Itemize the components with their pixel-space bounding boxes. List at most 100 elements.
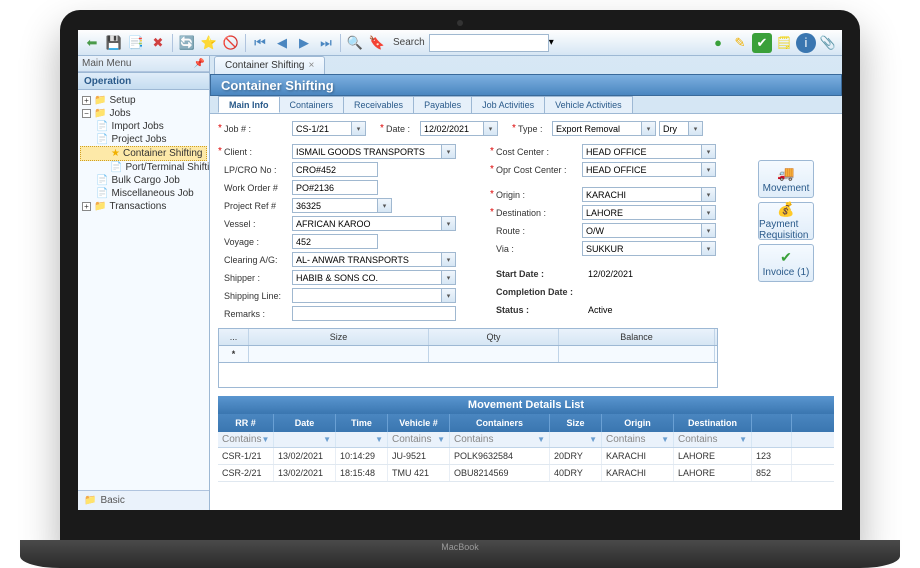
invoice-button[interactable]: ✔Invoice (1) <box>758 244 814 282</box>
type2-input[interactable] <box>659 121 689 136</box>
via-dd[interactable]: ▾ <box>702 241 716 256</box>
rt-input[interactable] <box>582 223 702 238</box>
tree-import-jobs[interactable]: 📄Import Jobs <box>80 120 207 133</box>
filter-icon[interactable]: ▼ <box>261 435 269 444</box>
go-icon[interactable]: ● <box>708 33 728 53</box>
zoom-icon[interactable]: 🔍 <box>345 33 365 53</box>
search-dropdown[interactable]: ▾ <box>549 37 554 48</box>
edit-icon[interactable]: ✎ <box>730 33 750 53</box>
filter-icon[interactable]: ▼ <box>375 435 383 444</box>
subtab-containers[interactable]: Containers <box>279 96 345 113</box>
line-dd[interactable]: ▾ <box>442 288 456 303</box>
cancel-icon[interactable]: 🚫 <box>221 33 241 53</box>
mvt-col-origin[interactable]: Origin <box>602 414 674 432</box>
table-row[interactable]: CSR-2/2113/02/202118:15:48TMU 421OBU8214… <box>218 465 834 482</box>
lpcro-input[interactable] <box>292 162 378 177</box>
tree-jobs[interactable]: −📁Jobs <box>80 107 207 120</box>
attach-icon[interactable]: 📎 <box>818 33 838 53</box>
via-input[interactable] <box>582 241 702 256</box>
tree-project-jobs[interactable]: 📄Project Jobs <box>80 133 207 146</box>
voy-input[interactable] <box>292 234 378 249</box>
pref-dd[interactable]: ▾ <box>378 198 392 213</box>
filter-icon[interactable]: ▼ <box>739 435 747 444</box>
filter-icon[interactable]: ▼ <box>661 435 669 444</box>
job-input[interactable] <box>292 121 352 136</box>
dst-dd[interactable]: ▾ <box>702 205 716 220</box>
clr-dd[interactable]: ▾ <box>442 252 456 267</box>
next-icon[interactable]: ▶ <box>294 33 314 53</box>
tree-setup[interactable]: +📁Setup <box>80 94 207 107</box>
table-row[interactable]: CSR-1/2113/02/202110:14:29JU-9521POLK963… <box>218 448 834 465</box>
back-icon[interactable]: ⬅ <box>82 33 102 53</box>
client-input[interactable] <box>292 144 442 159</box>
filter-icon[interactable]: ▼ <box>323 435 331 444</box>
vessel-input[interactable] <box>292 216 442 231</box>
subtab-receivables[interactable]: Receivables <box>343 96 414 113</box>
filter-icon[interactable]: ▼ <box>589 435 597 444</box>
rem-input[interactable] <box>292 306 456 321</box>
wo-input[interactable] <box>292 180 378 195</box>
prev-icon[interactable]: ◀ <box>272 33 292 53</box>
grid-col-size[interactable]: Size <box>249 329 429 345</box>
dst-input[interactable] <box>582 205 702 220</box>
check-icon[interactable]: ✔ <box>752 33 772 53</box>
vessel-dd[interactable]: ▾ <box>442 216 456 231</box>
mvt-col-rr[interactable]: RR # <box>218 414 274 432</box>
mvt-col-time[interactable]: Time <box>336 414 388 432</box>
first-icon[interactable]: ⏮ <box>250 33 270 53</box>
search-input[interactable] <box>429 34 549 52</box>
cc-input[interactable] <box>582 144 702 159</box>
type-input[interactable] <box>552 121 642 136</box>
document-tab[interactable]: Container Shifting × <box>214 56 325 74</box>
movement-button[interactable]: 🚚Movement <box>758 160 814 198</box>
job-dd[interactable]: ▾ <box>352 121 366 136</box>
subtab-main-info[interactable]: Main Info <box>218 96 280 113</box>
subtab-vehicle-activities[interactable]: Vehicle Activities <box>544 96 633 113</box>
last-icon[interactable]: ⏭ <box>316 33 336 53</box>
clr-input[interactable] <box>292 252 442 267</box>
tree-port-terminal[interactable]: 📄Port/Terminal Shifting <box>80 161 207 174</box>
close-tab-icon[interactable]: × <box>309 60 315 71</box>
subtab-payables[interactable]: Payables <box>413 96 472 113</box>
subtab-job-activities[interactable]: Job Activities <box>471 96 545 113</box>
mvt-col-date[interactable]: Date <box>274 414 336 432</box>
filter-icon[interactable]: ▼ <box>437 435 445 444</box>
cc-dd[interactable]: ▾ <box>702 144 716 159</box>
delete-icon[interactable]: ✖ <box>148 33 168 53</box>
note-icon[interactable]: 🗒 <box>774 33 794 53</box>
pref-input[interactable] <box>292 198 378 213</box>
mvt-col-size[interactable]: Size <box>550 414 602 432</box>
mvt-col-vehicle[interactable]: Vehicle # <box>388 414 450 432</box>
date-input[interactable] <box>420 121 484 136</box>
tree-transactions[interactable]: +📁Transactions <box>80 200 207 213</box>
payment-req-button[interactable]: 💰Payment Requisition <box>758 202 814 240</box>
mvt-col-destination[interactable]: Destination <box>674 414 752 432</box>
refresh-icon[interactable]: 🔄 <box>177 33 197 53</box>
mvt-col-containers[interactable]: Containers <box>450 414 550 432</box>
occ-input[interactable] <box>582 162 702 177</box>
favorite-icon[interactable]: ⭐ <box>199 33 219 53</box>
mvt-col-extra[interactable] <box>752 414 792 432</box>
tree-container-shifting[interactable]: ★Container Shifting <box>80 146 207 161</box>
occ-dd[interactable]: ▾ <box>702 162 716 177</box>
shp-input[interactable] <box>292 270 442 285</box>
date-dd[interactable]: ▾ <box>484 121 498 136</box>
tree-misc-job[interactable]: 📄Miscellaneous Job <box>80 187 207 200</box>
sidebar-footer[interactable]: 📁Basic <box>78 490 209 510</box>
org-dd[interactable]: ▾ <box>702 187 716 202</box>
save-icon[interactable]: 💾 <box>104 33 124 53</box>
shp-dd[interactable]: ▾ <box>442 270 456 285</box>
tree-bulk-cargo[interactable]: 📄Bulk Cargo Job <box>80 174 207 187</box>
type2-dd[interactable]: ▾ <box>689 121 703 136</box>
type-dd[interactable]: ▾ <box>642 121 656 136</box>
pin-icon[interactable]: 📌 <box>194 58 205 69</box>
grid-col-expand[interactable]: ... <box>219 329 249 345</box>
line-input[interactable] <box>292 288 442 303</box>
client-dd[interactable]: ▾ <box>442 144 456 159</box>
grid-col-balance[interactable]: Balance <box>559 329 715 345</box>
rt-dd[interactable]: ▾ <box>702 223 716 238</box>
filter-icon[interactable]: 🔖 <box>367 33 387 53</box>
info-icon[interactable]: i <box>796 33 816 53</box>
grid-col-qty[interactable]: Qty <box>429 329 559 345</box>
org-input[interactable] <box>582 187 702 202</box>
